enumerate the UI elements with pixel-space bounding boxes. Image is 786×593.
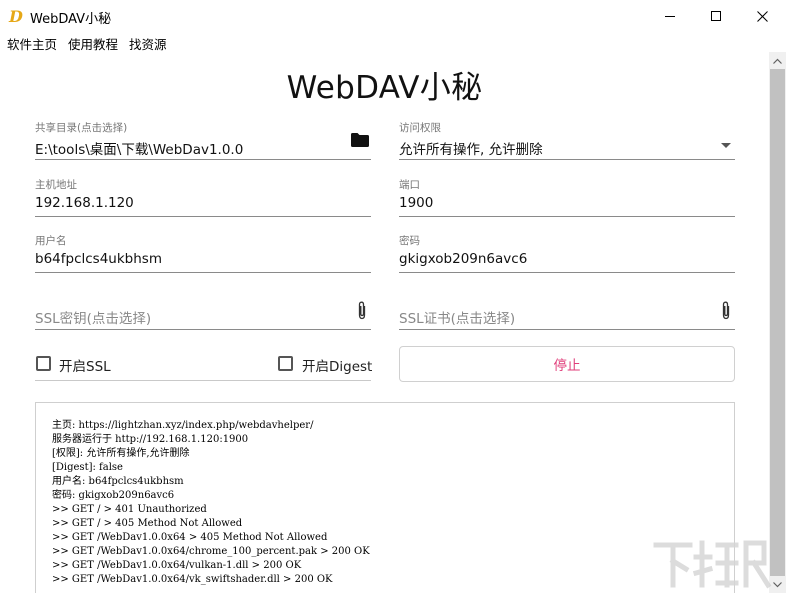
log-line: 服务器运行于 http://192.168.1.120:1900 [52,434,249,445]
enable-ssl-checkbox[interactable] [36,356,51,371]
access-permission-label: 访问权限 [399,122,441,134]
menu-item-resources[interactable]: 找资源 [124,32,173,52]
share-directory-label: 共享目录(点击选择) [35,122,128,134]
maximize-button[interactable] [693,0,739,32]
username-label: 用户名 [35,235,67,247]
close-icon [756,10,768,22]
dropdown-arrow-icon[interactable] [721,143,731,148]
share-directory-value[interactable]: E:\tools\桌面\下载\WebDav1.0.0 [35,138,243,158]
maximize-icon [711,11,721,21]
log-line: >> GET / > 401 Unauthorized [52,504,207,515]
vertical-scrollbar[interactable] [769,52,786,593]
title-bar: D WebDAV小秘 [0,0,786,32]
host-address-field[interactable]: 主机地址 192.168.1.120 [35,177,371,217]
enable-digest-label[interactable]: 开启Digest [302,355,372,375]
log-line: >> GET /WebDav1.0.0x64/chrome_100_percen… [52,546,370,557]
window-title: WebDAV小秘 [30,12,112,27]
log-output[interactable]: 主页: https://lightzhan.xyz/index.php/webd… [35,402,735,593]
log-line: >> GET / > 405 Method Not Allowed [52,518,243,529]
stop-button[interactable]: 停止 [399,346,735,382]
access-permission-select[interactable]: 访问权限 允许所有操作, 允许删除 [399,120,735,160]
minimize-button[interactable] [647,0,693,32]
folder-icon[interactable] [351,133,369,147]
enable-digest-checkbox[interactable] [278,356,293,371]
username-field[interactable]: 用户名 b64fpclcs4ukbhsm [35,233,371,273]
watermark-logo [653,540,772,589]
port-input[interactable]: 1900 [399,195,433,211]
log-line: >> GET /WebDav1.0.0x64/vulkan-1.dll > 20… [52,560,302,571]
close-button[interactable] [739,0,785,32]
port-label: 端口 [399,179,420,191]
menu-item-homepage[interactable]: 软件主页 [0,32,63,52]
paperclip-icon[interactable] [357,301,367,320]
menu-item-tutorial[interactable]: 使用教程 [63,32,124,52]
ssl-key-field[interactable]: SSL密钥(点击选择) [35,290,371,330]
username-input[interactable]: b64fpclcs4ukbhsm [35,251,162,267]
minimize-icon [665,15,675,17]
ssl-certificate-placeholder[interactable]: SSL证书(点击选择) [399,307,515,327]
host-address-input[interactable]: 192.168.1.120 [35,195,134,211]
app-logo-icon: D [9,7,23,26]
scrollbar-thumb[interactable] [770,69,785,576]
log-line: 主页: https://lightzhan.xyz/index.php/webd… [52,420,314,431]
ssl-key-placeholder[interactable]: SSL密钥(点击选择) [35,307,151,327]
log-line: >> GET /WebDav1.0.0x64 > 405 Method Not … [52,532,328,543]
port-field[interactable]: 端口 1900 [399,177,735,217]
enable-ssl-label[interactable]: 开启SSL [59,355,111,375]
password-input[interactable]: gkigxob209n6avc6 [399,251,527,267]
options-row: 开启SSL 开启Digest [35,346,372,381]
scroll-up-icon [773,58,782,64]
log-line: >> GET /WebDav1.0.0x64/vk_swiftshader.dl… [52,574,333,585]
log-line: [Digest]: false [52,462,123,473]
log-line: 用户名: b64fpclcs4ukbhsm [52,476,184,487]
host-address-label: 主机地址 [35,179,77,191]
log-line: [权限]: 允许所有操作,允许删除 [52,448,190,459]
menu-bar: 软件主页 使用教程 找资源 [0,32,173,52]
page-title: WebDAV小秘 [286,70,483,106]
password-label: 密码 [399,235,420,247]
log-line: 密码: gkigxob209n6avc6 [52,490,175,501]
ssl-certificate-field[interactable]: SSL证书(点击选择) [399,290,735,330]
paperclip-icon[interactable] [721,301,731,320]
scroll-up-button[interactable] [769,52,786,69]
password-field[interactable]: 密码 gkigxob209n6avc6 [399,233,735,273]
share-directory-field[interactable]: 共享目录(点击选择) E:\tools\桌面\下载\WebDav1.0.0 [35,120,371,160]
access-permission-value[interactable]: 允许所有操作, 允许删除 [399,138,543,158]
